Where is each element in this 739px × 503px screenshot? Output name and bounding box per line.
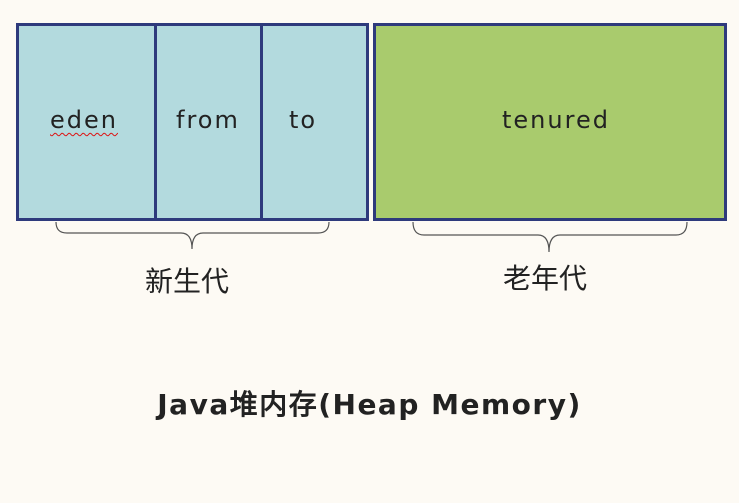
old-generation-brace	[412, 221, 688, 253]
region-tenured-label: tenured	[502, 106, 610, 134]
heap-diagram: eden from to tenured 新生代 老年代 Java堆内存(Hea…	[0, 0, 739, 503]
diagram-title: Java堆内存(Heap Memory)	[157, 388, 582, 421]
old-generation-box: tenured	[373, 23, 727, 221]
young-generation-brace	[55, 221, 330, 250]
region-from-label: from	[176, 106, 240, 134]
young-generation-label: 新生代	[145, 265, 230, 298]
region-eden-label: eden	[50, 106, 118, 134]
eden-from-divider	[154, 26, 157, 218]
from-to-divider	[260, 26, 263, 218]
old-generation-label: 老年代	[503, 262, 588, 295]
region-to-label: to	[289, 106, 318, 134]
young-generation-box: eden from to	[16, 23, 369, 221]
